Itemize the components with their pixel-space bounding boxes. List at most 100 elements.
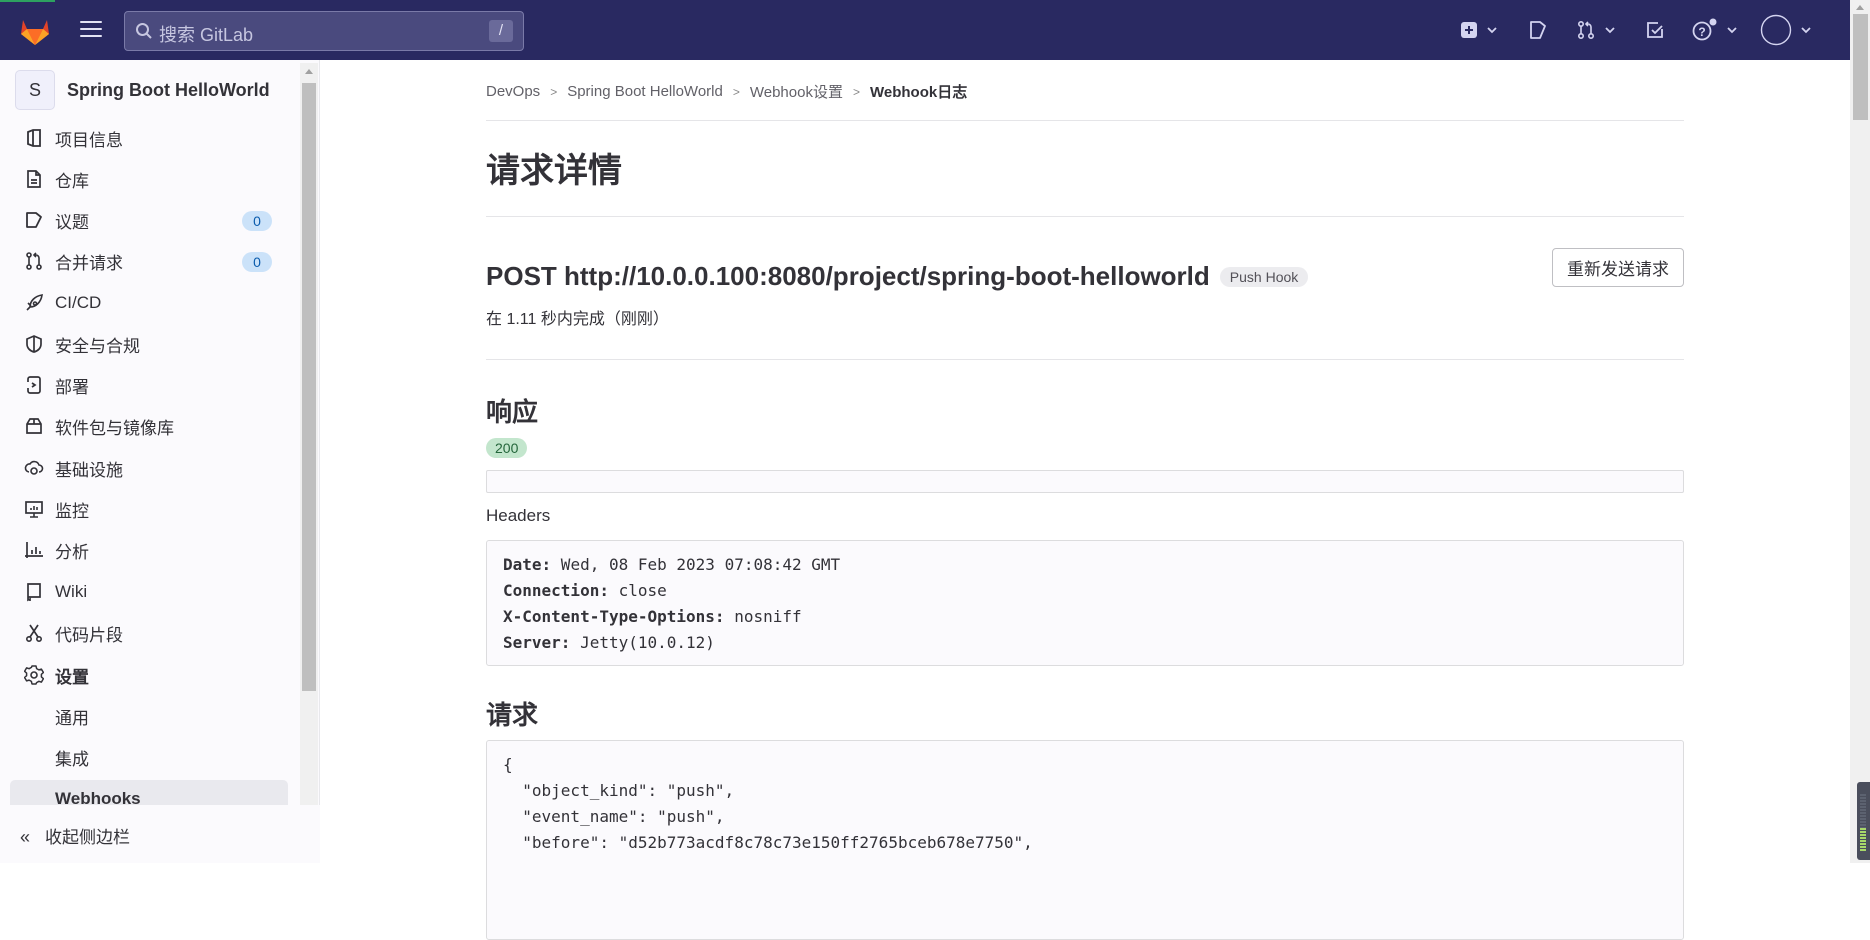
breadcrumb-webhook-settings[interactable]: Webhook设置 bbox=[750, 81, 843, 102]
chevron-down-icon bbox=[1801, 27, 1811, 34]
sidebar-item-cicd[interactable]: CI/CD bbox=[10, 284, 288, 322]
response-headers: Date: Wed, 08 Feb 2023 07:08:42 GMT Conne… bbox=[486, 540, 1684, 666]
sidebar-item-label: 基础设施 bbox=[55, 460, 123, 480]
chart-icon bbox=[25, 542, 43, 558]
user-avatar bbox=[1760, 14, 1792, 46]
gitlab-logo-icon[interactable] bbox=[18, 14, 52, 46]
sidebar-item-label: 监控 bbox=[55, 501, 89, 521]
header-value: Jetty(10.0.12) bbox=[570, 633, 715, 652]
create-new-dropdown[interactable] bbox=[1460, 18, 1498, 42]
merge-request-icon bbox=[1577, 20, 1595, 40]
search-placeholder: 搜索 GitLab bbox=[159, 25, 254, 45]
loading-progress bbox=[0, 0, 55, 2]
sidebar-item-security[interactable]: 安全与合规 bbox=[10, 325, 288, 363]
sidebar-subitem-integrations[interactable]: 集成 bbox=[10, 738, 288, 776]
search-input[interactable]: 搜索 GitLab / bbox=[124, 11, 524, 51]
sidebar-item-label: 分析 bbox=[55, 542, 89, 562]
sidebar-item-label: CI/CD bbox=[55, 293, 102, 312]
volume-meter-widget[interactable] bbox=[1857, 782, 1870, 860]
search-icon bbox=[136, 23, 152, 39]
shield-icon bbox=[26, 335, 42, 353]
sidebar-item-label: 设置 bbox=[55, 667, 89, 687]
sidebar-scrollbar[interactable] bbox=[300, 63, 318, 805]
sidebar-item-wiki[interactable]: Wiki bbox=[10, 573, 288, 611]
sidebar-item-label: 项目信息 bbox=[55, 130, 123, 150]
header-line: X-Content-Type-Options: nosniff bbox=[503, 604, 1667, 630]
header-key: Server: bbox=[503, 633, 571, 652]
sidebar-scrollbar-thumb[interactable] bbox=[302, 83, 316, 691]
page-title: 请求详情 bbox=[486, 152, 622, 190]
sidebar-item-settings[interactable]: 设置 bbox=[10, 656, 288, 694]
merge-requests-count-badge: 0 bbox=[242, 252, 272, 272]
scroll-up-arrow-icon[interactable] bbox=[1856, 5, 1864, 10]
sidebar-project-header[interactable]: S Spring Boot HelloWorld bbox=[15, 70, 270, 110]
breadcrumb-project[interactable]: Spring Boot HelloWorld bbox=[567, 83, 723, 100]
header-key: X-Content-Type-Options: bbox=[503, 607, 725, 626]
sidebar-item-infrastructure[interactable]: 基础设施 bbox=[10, 449, 288, 487]
sidebar-subitem-webhooks[interactable]: Webhooks bbox=[10, 780, 288, 805]
sidebar-item-label: 安全与合规 bbox=[55, 336, 140, 356]
breadcrumb-chevron-icon: > bbox=[732, 84, 740, 99]
hook-type-badge: Push Hook bbox=[1219, 266, 1309, 287]
help-dropdown[interactable]: ? bbox=[1692, 18, 1738, 42]
sidebar-item-deploy[interactable]: 部署 bbox=[10, 366, 288, 404]
header-line: Date: Wed, 08 Feb 2023 07:08:42 GMT bbox=[503, 552, 1667, 578]
scroll-up-arrow-icon[interactable] bbox=[305, 69, 313, 74]
sidebar-subitem-general[interactable]: 通用 bbox=[10, 697, 288, 735]
headers-label: Headers bbox=[486, 506, 551, 525]
response-heading: 响应 bbox=[486, 397, 539, 427]
cloud-gear-icon bbox=[24, 460, 44, 475]
sidebar-item-monitor[interactable]: 监控 bbox=[10, 490, 288, 528]
header-line: Connection: close bbox=[503, 578, 1667, 604]
code-line: { bbox=[503, 755, 513, 774]
meter-level bbox=[1860, 828, 1866, 852]
breadcrumb-devops[interactable]: DevOps bbox=[486, 83, 540, 100]
double-chevron-left-icon: « bbox=[20, 827, 31, 847]
sidebar-item-merge-requests[interactable]: 合并请求 0 bbox=[10, 242, 288, 280]
response-body bbox=[486, 470, 1684, 493]
page-scrollbar[interactable] bbox=[1850, 0, 1870, 863]
page-scrollbar-thumb[interactable] bbox=[1853, 14, 1868, 120]
sidebar-item-label: 仓库 bbox=[55, 171, 89, 191]
sidebar-item-issues[interactable]: 议题 0 bbox=[10, 201, 288, 239]
issues-count-badge: 0 bbox=[242, 211, 272, 231]
header-value: close bbox=[608, 581, 667, 600]
sidebar-item-project-info[interactable]: 项目信息 bbox=[10, 119, 288, 157]
breadcrumb: DevOps > Spring Boot HelloWorld > Webhoo… bbox=[486, 81, 967, 102]
todos-nav-button[interactable] bbox=[1645, 18, 1665, 42]
repository-icon bbox=[27, 170, 41, 188]
sidebar-item-label: 部署 bbox=[55, 377, 89, 397]
top-navbar: 搜索 GitLab / ? bbox=[0, 0, 1850, 60]
merge-requests-dropdown[interactable] bbox=[1576, 18, 1616, 42]
collapse-sidebar-button[interactable]: « 收起侧边栏 bbox=[0, 805, 320, 863]
sidebar-item-repository[interactable]: 仓库 bbox=[10, 160, 288, 198]
sidebar-subitem-label: 通用 bbox=[55, 708, 89, 728]
issues-nav-button[interactable] bbox=[1528, 18, 1548, 42]
breadcrumb-chevron-icon: > bbox=[550, 84, 558, 99]
sidebar-item-packages[interactable]: 软件包与镜像库 bbox=[10, 407, 288, 445]
user-menu-dropdown[interactable] bbox=[1760, 14, 1812, 46]
request-body: { "object_kind": "push", "event_name": "… bbox=[486, 740, 1684, 940]
divider bbox=[486, 216, 1684, 217]
sidebar-item-analytics[interactable]: 分析 bbox=[10, 531, 288, 569]
svg-text:?: ? bbox=[1698, 25, 1705, 39]
breadcrumb-current: Webhook日志 bbox=[869, 84, 968, 101]
deploy-icon bbox=[27, 376, 41, 394]
project-avatar: S bbox=[15, 70, 55, 110]
divider bbox=[486, 359, 1684, 360]
merge-request-icon bbox=[26, 252, 42, 270]
sidebar-item-snippets[interactable]: 代码片段 bbox=[10, 614, 288, 652]
rocket-icon bbox=[26, 294, 43, 311]
scissors-icon bbox=[25, 624, 43, 643]
collapse-sidebar-label: 收起侧边栏 bbox=[45, 828, 130, 847]
code-line: "object_kind": "push", bbox=[503, 781, 735, 800]
menu-icon[interactable] bbox=[80, 21, 102, 39]
issues-icon bbox=[1530, 21, 1546, 39]
request-duration: 在 1.11 秒内完成（刚刚） bbox=[486, 311, 669, 328]
resend-request-button[interactable]: 重新发送请求 bbox=[1552, 248, 1684, 287]
request-url: POST http://10.0.0.100:8080/project/spri… bbox=[486, 261, 1210, 291]
request-heading: 请求 bbox=[486, 700, 539, 730]
todo-checkbox-icon bbox=[1647, 22, 1663, 38]
sidebar-item-label: 代码片段 bbox=[55, 625, 123, 645]
help-icon: ? bbox=[1692, 18, 1717, 41]
